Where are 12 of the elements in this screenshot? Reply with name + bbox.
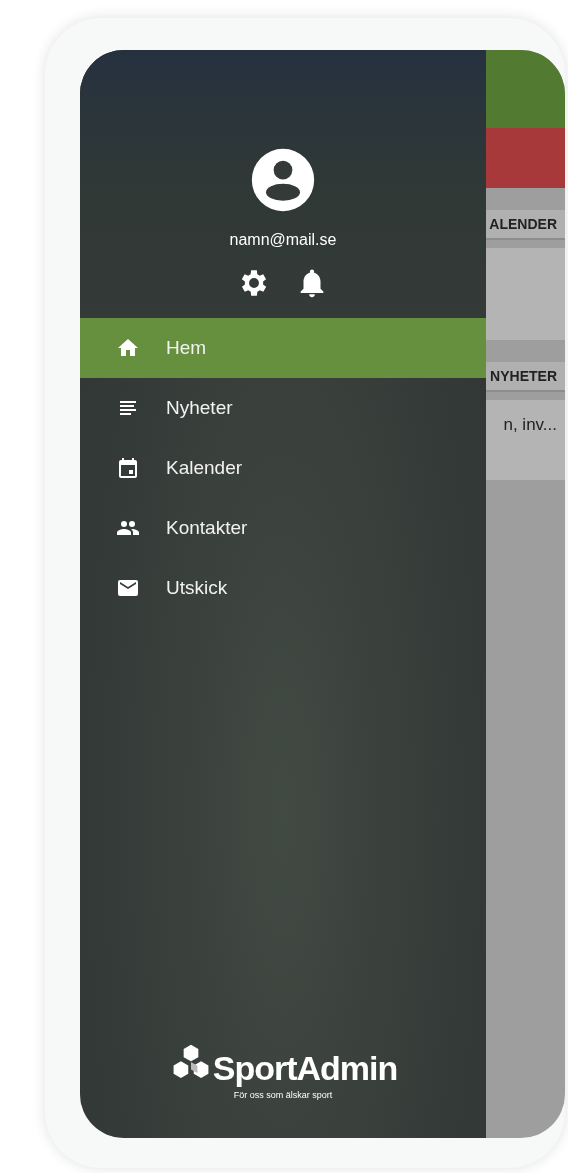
menu-item[interactable]: Nyheter xyxy=(80,378,486,438)
tagline: För oss som älskar sport xyxy=(233,1088,333,1102)
logo-text: SportAdmin xyxy=(212,1050,398,1085)
user-email: namn@mail.se xyxy=(229,230,337,250)
avatar-icon[interactable] xyxy=(249,146,317,214)
news-excerpt: n, inv... xyxy=(486,400,565,480)
calendar-icon xyxy=(116,456,140,480)
section-header: ALENDER xyxy=(486,210,565,240)
menu-item[interactable]: Kontakter xyxy=(80,498,486,558)
menu-item[interactable]: Utskick xyxy=(80,558,486,618)
menu-item[interactable]: Kalender xyxy=(80,438,486,498)
section-header: NYHETER xyxy=(486,362,565,392)
